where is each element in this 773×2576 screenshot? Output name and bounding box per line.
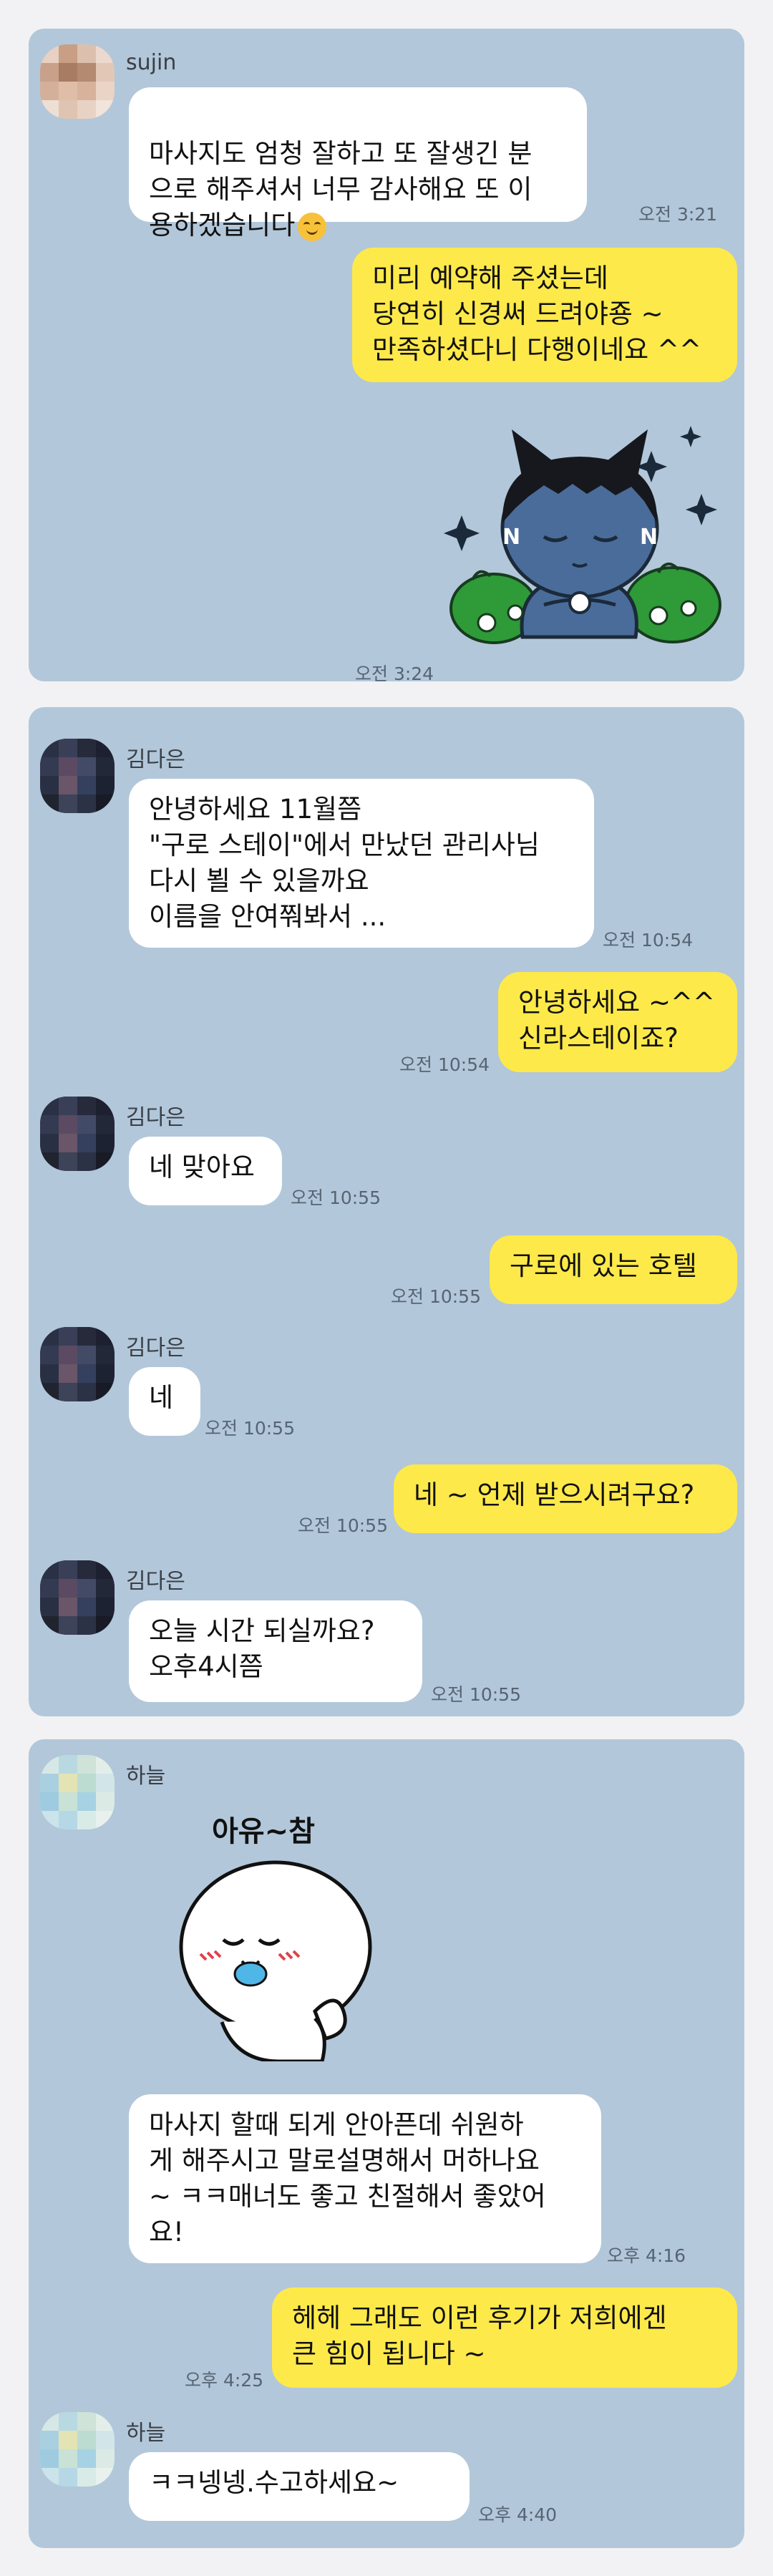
incoming-message[interactable]: ㅋㅋ넹넹.수고하세요~ — [129, 2452, 470, 2521]
sender-name: 김다은 — [126, 1336, 185, 1361]
incoming-message[interactable]: 마사지도 엄청 잘하고 또 잘생긴 분 으로 해주셔서 너무 감사해요 또 이 … — [129, 87, 587, 241]
avatar[interactable] — [40, 44, 115, 119]
message-time: 오전 10:55 — [431, 1684, 521, 1705]
avatar[interactable] — [40, 1097, 115, 1171]
message-time: 오후 4:25 — [185, 2370, 264, 2391]
chat-screenshot-kimdaeun: 김다은 안녕하세요 11월쯤 "구로 스테이"에서 만났던 관리사님 다시 뵐 … — [29, 707, 744, 1716]
message-time: 오전 10:54 — [399, 1054, 490, 1075]
sender-name: 김다은 — [126, 1569, 185, 1594]
svg-text:N: N — [640, 525, 658, 550]
incoming-message[interactable]: 오늘 시간 되실까요? 오후4시쯤 — [129, 1600, 422, 1702]
message-time: 오후 4:40 — [478, 2504, 558, 2525]
outgoing-message[interactable]: 헤헤 그래도 이런 후기가 저희에겐 큰 힘이 됩니다 ~ — [272, 2288, 737, 2388]
sender-name: 하늘 — [126, 2421, 166, 2446]
sender-name: 하늘 — [126, 1764, 166, 1789]
avatar[interactable] — [40, 739, 115, 813]
avatar[interactable] — [40, 2412, 115, 2487]
avatar[interactable] — [40, 1327, 115, 1401]
message-time: 오전 10:54 — [603, 930, 693, 951]
message-time: 오전 10:55 — [391, 1286, 481, 1307]
message-time: 오전 10:55 — [205, 1418, 295, 1439]
incoming-message[interactable]: 네 맞아요 — [129, 1137, 282, 1205]
avatar[interactable] — [40, 1755, 115, 1829]
sender-name: 김다은 — [126, 1105, 185, 1130]
smile-emoji-icon — [298, 212, 327, 241]
sender-name: 김다은 — [126, 747, 185, 772]
message-time: 오전 3:21 — [638, 204, 718, 225]
message-time: 오후 4:16 — [607, 2245, 686, 2266]
chat-screenshot-sujin: sujin 마사지도 엄청 잘하고 또 잘생긴 분 으로 해주셔서 너무 감사해… — [29, 29, 744, 681]
chat-screenshot-haneul: 하늘 아유~참 마사지 할때 되게 안아픈데 쉬원하 게 해주시고 말로설명해서… — [29, 1739, 744, 2548]
outgoing-message[interactable]: 구로에 있는 호텔 — [490, 1235, 737, 1304]
message-time: 오전 10:55 — [298, 1515, 388, 1536]
incoming-message[interactable]: 안녕하세요 11월쯤 "구로 스테이"에서 만났던 관리사님 다시 뵐 수 있을… — [129, 779, 594, 948]
outgoing-message[interactable]: 미리 예약해 주셨는데 당연히 신경써 드려야죵 ~ 만족하셨다니 다행이네요 … — [352, 248, 737, 382]
message-text: 마사지도 엄청 잘하고 또 잘생긴 분 으로 해주셔서 너무 감사해요 또 이 … — [149, 138, 533, 240]
sender-name: sujin — [126, 50, 177, 75]
svg-text:N: N — [502, 525, 520, 550]
outgoing-message[interactable]: 네 ~ 언제 받으시려구요? — [394, 1464, 737, 1533]
outgoing-message[interactable]: 안녕하세요 ~^^ 신라스테이죠? — [498, 972, 737, 1072]
message-time: 오전 10:55 — [291, 1187, 381, 1208]
shy-face-sticker[interactable] — [172, 1847, 386, 2061]
sticker-time: 오전 3:24 — [355, 664, 434, 681]
cat-character-sticker[interactable]: N N — [444, 401, 737, 651]
incoming-message[interactable]: 네 — [129, 1367, 200, 1436]
incoming-message[interactable]: 마사지 할때 되게 안아픈데 쉬원하 게 해주시고 말로설명해서 머하나요 ~ … — [129, 2094, 601, 2263]
sticker-caption: 아유~참 — [212, 1815, 315, 1848]
avatar[interactable] — [40, 1560, 115, 1635]
